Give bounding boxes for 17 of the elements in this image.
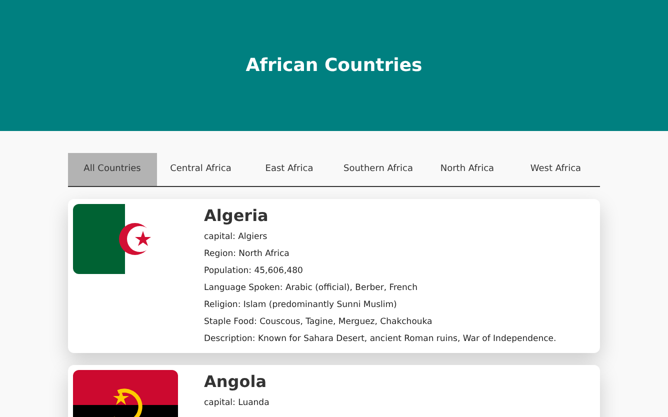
region-tab[interactable]: East Africa xyxy=(245,153,334,186)
country-detail: Religion: Islam (predominantly Sunni Muslim) xyxy=(204,299,398,312)
country-detail: capital: Algiers xyxy=(204,231,268,244)
region-tab[interactable]: All Countries xyxy=(68,153,156,186)
country-detail: Population: 45,606,480 xyxy=(204,265,304,278)
region-tab[interactable]: Southern Africa xyxy=(334,153,423,186)
country-detail: Region: North Africa xyxy=(204,248,290,261)
country-name: Angola xyxy=(204,371,268,393)
country-name: Algeria xyxy=(204,205,270,227)
region-tab[interactable]: Central Africa xyxy=(156,153,245,186)
country-detail: Staple Food: Couscous, Tagine, Merguez, Chakchouka xyxy=(204,316,434,329)
region-tab[interactable]: West Africa xyxy=(511,153,600,186)
region-tab[interactable]: North Africa xyxy=(422,153,512,186)
country-detail: Language Spoken: Arabic (official), Berber, French xyxy=(204,282,418,295)
page-title: African Countries xyxy=(246,54,422,78)
country-detail: Description: Known for Sahara Desert, ancient Roman ruins, War of Independence. xyxy=(204,333,556,346)
country-detail: capital: Luanda xyxy=(204,397,270,410)
